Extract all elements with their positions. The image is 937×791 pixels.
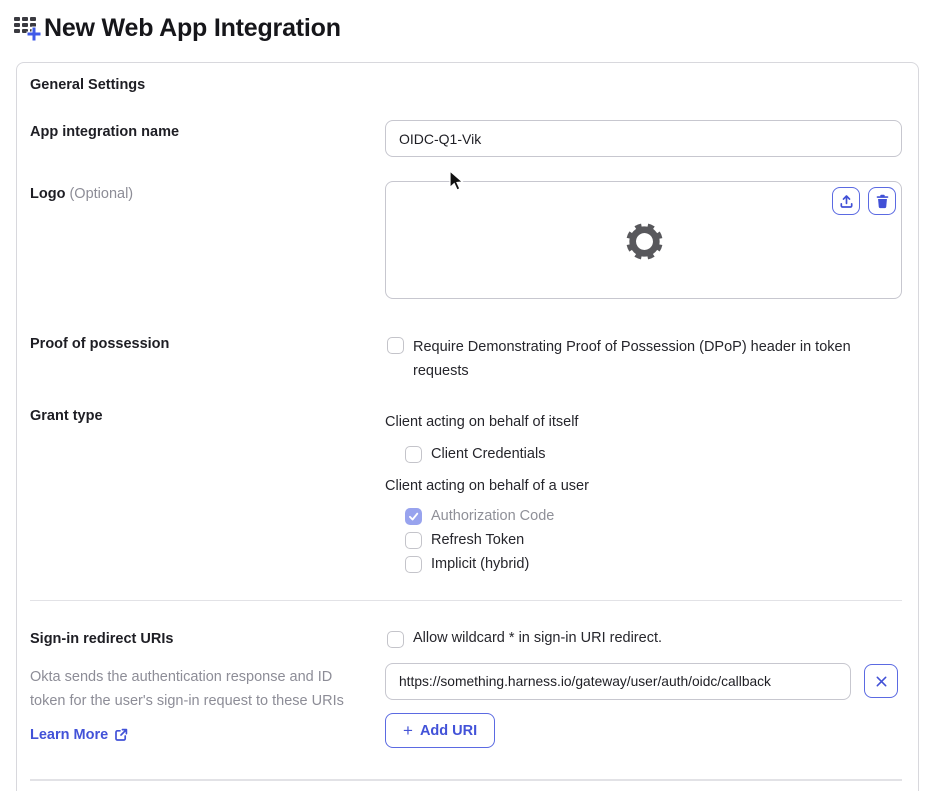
learn-more-link[interactable]: Learn More [30,727,128,743]
add-uri-button[interactable]: + Add URI [385,713,496,748]
plus-icon [26,26,42,42]
signin-redirect-label: Sign-in redirect URIs [30,631,174,647]
grant-self-heading: Client acting on behalf of itself [385,414,579,430]
close-icon [876,676,886,686]
grant-type-label: Grant type [30,408,103,424]
client-credentials-checkbox[interactable] [405,446,422,463]
upload-logo-button[interactable] [832,187,860,215]
card-heading: General Settings [30,77,146,93]
implicit-hybrid-label[interactable]: Implicit (hybrid) [431,556,529,572]
implicit-hybrid-checkbox[interactable] [405,556,422,573]
redirect-uri-input[interactable] [385,663,851,700]
trash-icon [876,194,888,208]
new-web-app-integration-page: New Web App Integration General Settings… [0,0,937,791]
logo-dropzone[interactable] [385,181,902,299]
proof-label: Proof of possession [30,336,170,352]
upload-icon [839,194,853,208]
remove-uri-button[interactable] [864,664,898,698]
mouse-cursor [449,170,464,191]
authorization-code-label[interactable]: Authorization Code [431,508,554,524]
client-credentials-label[interactable]: Client Credentials [431,446,545,462]
page-title: New Web App Integration [44,14,341,42]
authorization-code-checkbox[interactable] [405,508,422,525]
app-name-input[interactable] [385,120,902,157]
logo-label: Logo (Optional) [30,186,134,202]
bottom-divider [30,779,902,781]
check-icon [409,512,419,521]
wildcard-checkbox-label[interactable]: Allow wildcard * in sign-in URI redirect… [413,630,662,646]
refresh-token-checkbox[interactable] [405,532,422,549]
dpop-checkbox-label[interactable]: Require Demonstrating Proof of Possessio… [413,335,868,383]
gear-icon [626,223,663,260]
dpop-checkbox[interactable] [387,337,404,354]
external-link-icon [115,728,128,741]
wildcard-checkbox[interactable] [387,631,404,648]
grant-user-heading: Client acting on behalf of a user [385,478,589,494]
section-divider [30,600,902,601]
signin-redirect-help: Okta sends the authentication response a… [30,669,344,709]
refresh-token-label[interactable]: Refresh Token [431,532,524,548]
plus-glyph: + [403,721,413,740]
delete-logo-button[interactable] [868,187,896,215]
app-name-label: App integration name [30,124,180,140]
